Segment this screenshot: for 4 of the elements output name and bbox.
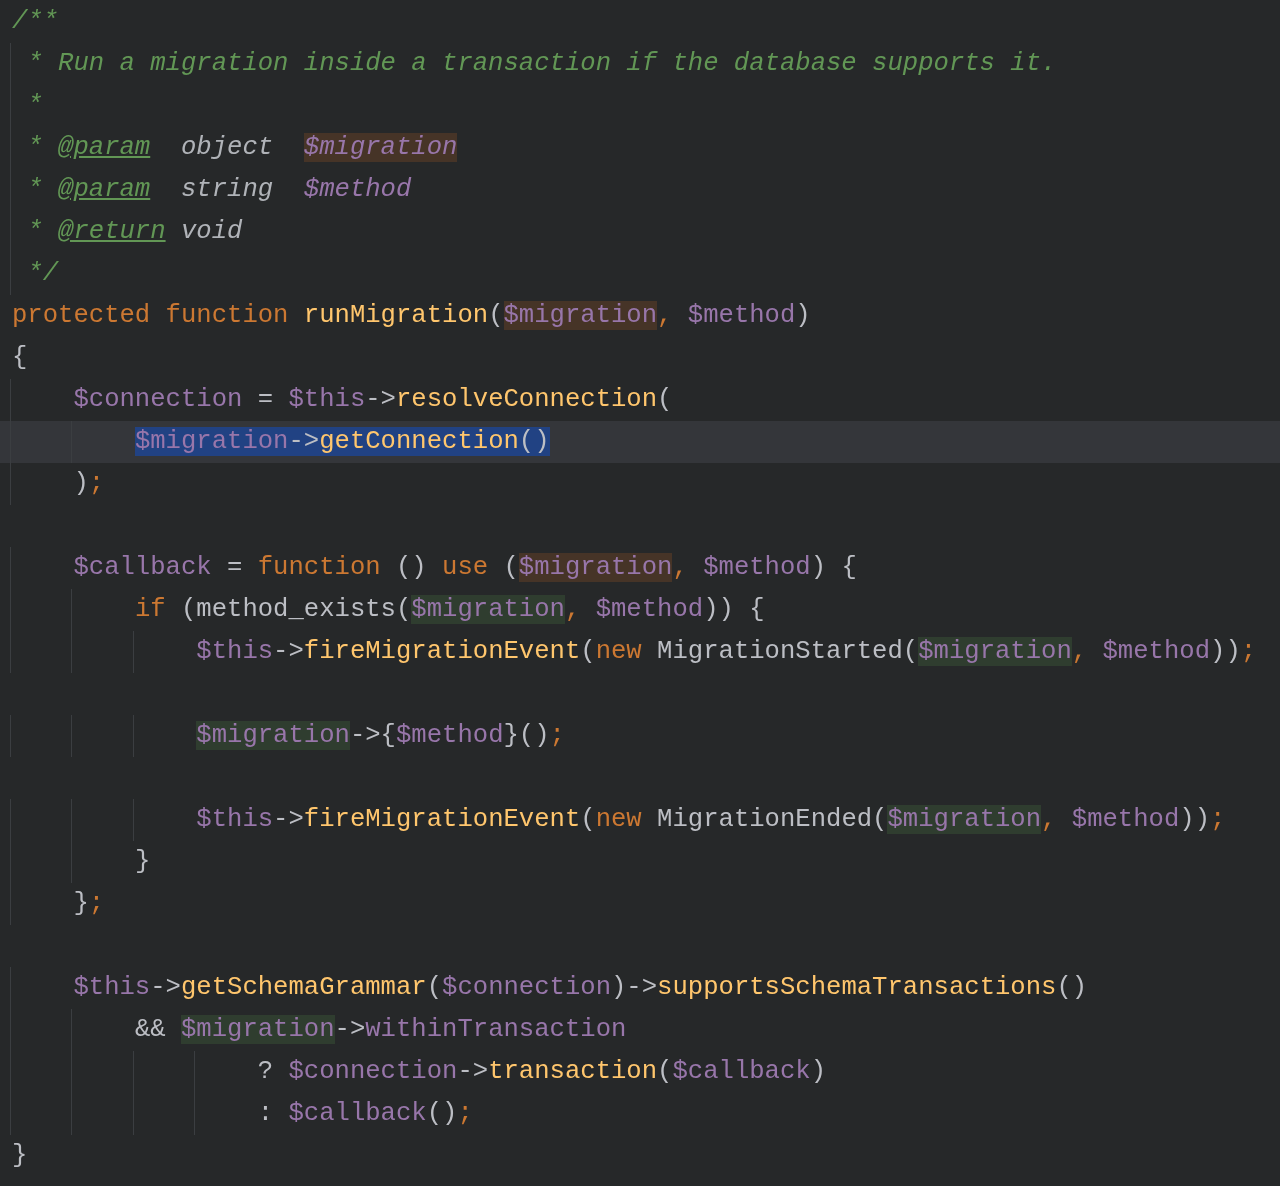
code-line: } [11, 1140, 29, 1172]
code-line: { [11, 342, 29, 374]
code-line: protected function runMigration($migration, $method) [11, 300, 812, 332]
code-line: /** [11, 6, 60, 38]
